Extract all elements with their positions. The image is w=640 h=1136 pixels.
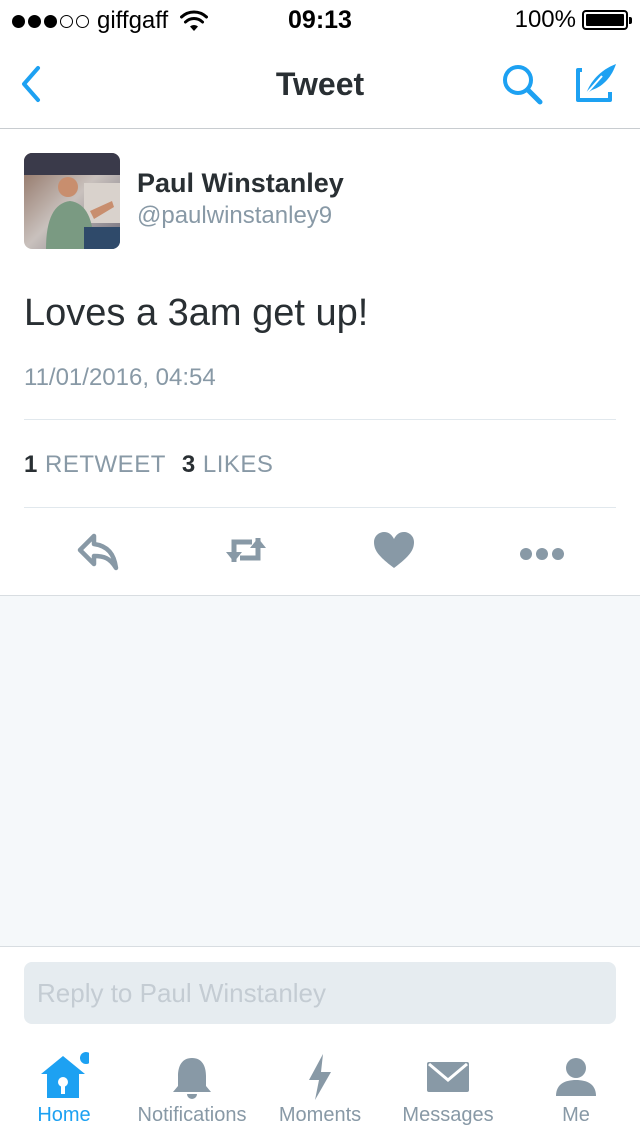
tweet-stats: 1 RETWEET 3 LIKES bbox=[24, 451, 273, 479]
like-icon[interactable] bbox=[370, 528, 418, 572]
status-right: 100% bbox=[514, 6, 632, 34]
like-count: 3 bbox=[181, 451, 196, 478]
home-icon bbox=[41, 1052, 89, 1098]
replies-area bbox=[0, 595, 640, 947]
bell-icon bbox=[173, 1058, 211, 1099]
status-bar: giffgaff 09:13 100% bbox=[0, 0, 640, 40]
reply-input[interactable]: Reply to Paul Winstanley bbox=[24, 962, 616, 1024]
tab-label: Home bbox=[37, 1104, 91, 1126]
reply-icon[interactable] bbox=[74, 528, 122, 572]
navigation-bar: Tweet bbox=[0, 40, 640, 129]
tab-moments[interactable]: Moments bbox=[256, 1040, 384, 1136]
more-icon[interactable] bbox=[518, 528, 566, 572]
like-stat[interactable]: 3 LIKES bbox=[182, 451, 274, 479]
person-icon bbox=[556, 1058, 596, 1096]
search-icon[interactable] bbox=[498, 60, 546, 108]
like-label: LIKES bbox=[202, 451, 274, 478]
tweet-actions bbox=[0, 524, 640, 576]
retweet-icon[interactable] bbox=[222, 528, 270, 572]
lightning-icon bbox=[309, 1054, 331, 1100]
retweet-stat[interactable]: 1 RETWEET bbox=[24, 451, 166, 479]
tab-me[interactable]: Me bbox=[512, 1040, 640, 1136]
divider bbox=[24, 507, 616, 508]
tab-messages[interactable]: Messages bbox=[384, 1040, 512, 1136]
battery-icon bbox=[582, 10, 632, 30]
divider bbox=[24, 419, 616, 420]
tab-notifications[interactable]: Notifications bbox=[128, 1040, 256, 1136]
tab-label: Me bbox=[562, 1104, 590, 1126]
tab-bar: Home Notifications Moments Messages Me bbox=[0, 1040, 640, 1136]
tweet-text: Loves a 3am get up! bbox=[24, 292, 369, 334]
envelope-icon bbox=[427, 1062, 469, 1092]
retweet-count: 1 bbox=[24, 451, 38, 478]
tab-label: Notifications bbox=[137, 1104, 247, 1126]
tab-home[interactable]: Home bbox=[0, 1040, 128, 1136]
avatar[interactable] bbox=[24, 153, 120, 249]
tweet-timestamp: 11/01/2016, 04:54 bbox=[24, 364, 216, 391]
author-handle[interactable]: @paulwinstanley9 bbox=[137, 202, 332, 230]
retweet-label: RETWEET bbox=[45, 451, 166, 478]
compose-tweet-icon[interactable] bbox=[572, 58, 620, 106]
tab-label: Messages bbox=[402, 1104, 494, 1126]
author-name[interactable]: Paul Winstanley bbox=[137, 168, 344, 199]
battery-percent: 100% bbox=[514, 6, 576, 33]
tab-label: Moments bbox=[278, 1104, 362, 1126]
